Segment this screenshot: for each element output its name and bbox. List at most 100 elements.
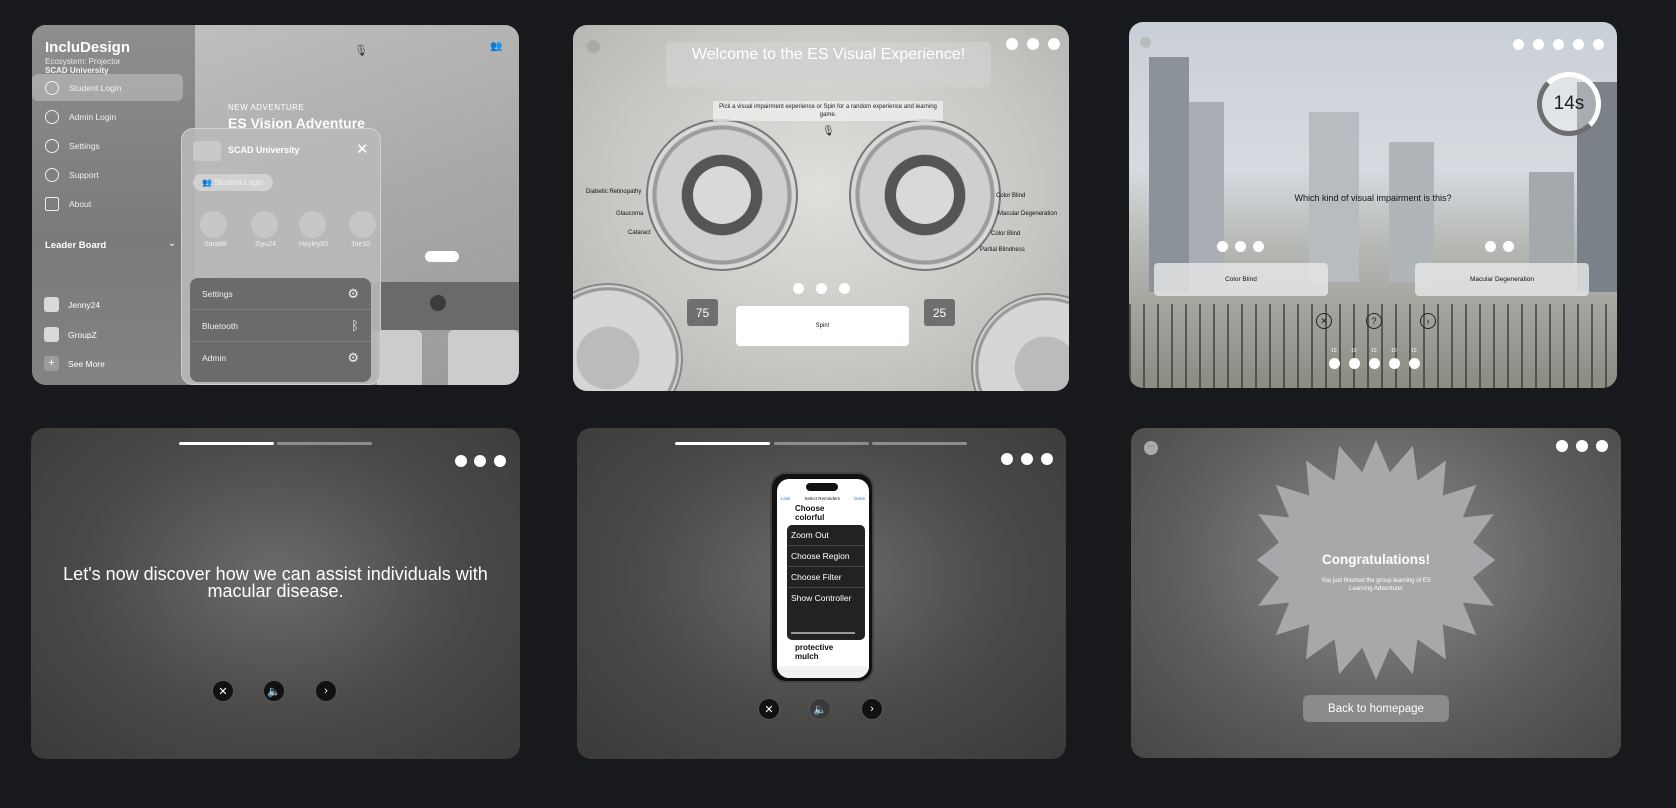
user-dot[interactable] [1001, 453, 1013, 465]
user-dot[interactable] [1593, 39, 1604, 50]
menu-item-settings[interactable]: Settings ⚙ [190, 278, 371, 310]
adventure-card[interactable] [448, 330, 519, 385]
speaker-icon[interactable]: 🔈 [263, 680, 285, 702]
option-color-blind[interactable]: Color Blind [996, 193, 1025, 199]
microphone-icon[interactable]: 🎙 [822, 126, 835, 137]
leaderboard-item[interactable]: GroupZ [44, 327, 97, 342]
help-icon [45, 167, 59, 182]
score-label: 10 [1371, 348, 1377, 354]
score-label: 10 [1331, 348, 1337, 354]
user-dot[interactable] [1006, 38, 1018, 50]
avatar [44, 327, 59, 342]
more-options-icon[interactable]: ··· [1144, 441, 1158, 455]
next-icon[interactable]: › [861, 698, 883, 720]
hint-icon[interactable]: ? [1366, 313, 1382, 329]
microphone-icon[interactable]: 🎙 [354, 44, 368, 57]
page-indicator[interactable] [425, 251, 459, 262]
see-more-button[interactable]: + See More [44, 356, 105, 371]
user-dot[interactable] [1533, 39, 1544, 50]
option-cataract[interactable]: Cataract [628, 230, 651, 236]
background-building [1149, 57, 1189, 292]
option-color-blind-2[interactable]: Color Blind [991, 231, 1020, 237]
corner-dial [573, 283, 683, 391]
menu-item-show-controller[interactable]: Show Controller [787, 588, 865, 608]
completion-panel: ··· Congratulations! You just finished t… [1131, 428, 1621, 758]
user-dot[interactable] [1573, 39, 1584, 50]
menu-item-bluetooth[interactable]: Bluetooth ᛒ [190, 310, 371, 342]
ecosystem-label: Ecosystem: Projector [45, 57, 121, 66]
option-partial-blindness[interactable]: Partial Blindness [980, 247, 1025, 253]
chevron-down-icon[interactable]: ⌄ [168, 238, 176, 249]
lesson-message: Let's now discover how we can assist ind… [63, 564, 488, 601]
menu-item-choose-region[interactable]: Choose Region [787, 546, 865, 567]
user-dot[interactable] [793, 283, 804, 294]
avatar[interactable] [299, 211, 326, 238]
menu-item-admin[interactable]: Admin ⚙ [190, 342, 371, 374]
spin-button[interactable]: Spin! [736, 306, 909, 346]
sidebar-item-support[interactable]: Support [32, 161, 183, 188]
phone-nav-bar: Lists Select Reminders Done [781, 496, 865, 501]
zoom-slider[interactable] [791, 632, 855, 634]
avatar[interactable] [251, 211, 278, 238]
option-glaucoma[interactable]: Glaucoma [616, 211, 643, 217]
congratulations-text: You just finished the group learning of … [1321, 578, 1431, 592]
phone-demo-panel: Lists Select Reminders Done Choose color… [577, 428, 1066, 759]
menu-item-choose-filter[interactable]: Choose Filter [787, 567, 865, 588]
close-icon[interactable]: ✕ [356, 140, 369, 158]
user-dot[interactable] [1048, 38, 1060, 50]
done-link[interactable]: Done [854, 496, 865, 501]
user-dot[interactable] [1596, 440, 1608, 452]
speaker-icon[interactable]: 🔈 [809, 698, 831, 720]
phone-mockup: Lists Select Reminders Done Choose color… [770, 472, 874, 683]
option-macular-degeneration[interactable]: Macular Degeneration [998, 211, 1057, 217]
user-dot[interactable] [839, 283, 850, 294]
university-logo [193, 141, 221, 161]
next-icon[interactable]: › [1420, 313, 1436, 329]
next-icon[interactable]: › [315, 680, 337, 702]
sidebar-item-admin-login[interactable]: Admin Login [32, 103, 183, 130]
answer-option-right[interactable]: Macular Degeneration [1415, 263, 1589, 296]
user-dot[interactable] [1021, 453, 1033, 465]
leaderboard-item[interactable]: Jenny24 [44, 297, 100, 312]
more-options-icon[interactable] [587, 40, 600, 53]
answer-option-left[interactable]: Color Blind [1154, 263, 1328, 296]
avatar [44, 297, 59, 312]
close-icon[interactable]: ✕ [1316, 313, 1332, 329]
sidebar-item-settings[interactable]: Settings [32, 132, 183, 159]
gear-icon [45, 138, 59, 153]
sidebar-item-label: About [69, 198, 92, 209]
user-dot[interactable] [1576, 440, 1588, 452]
adventure-card[interactable] [377, 330, 422, 385]
menu-item-zoom-out[interactable]: Zoom Out [787, 525, 865, 546]
user-dot[interactable] [816, 283, 827, 294]
member-name: Jenny24 [68, 299, 101, 310]
close-icon[interactable]: ✕ [758, 698, 780, 720]
user-dot[interactable] [474, 455, 486, 467]
back-link[interactable]: Lists [781, 496, 790, 501]
user-dot[interactable] [1553, 39, 1564, 50]
bluetooth-icon: ᛒ [351, 318, 359, 333]
progress-segment [872, 442, 967, 445]
user-dot[interactable] [494, 455, 506, 467]
user-dot[interactable] [1556, 440, 1568, 452]
close-icon[interactable]: ✕ [212, 680, 234, 702]
player-dot [1485, 241, 1496, 252]
user-dot[interactable] [1041, 453, 1053, 465]
back-to-homepage-button[interactable]: Back to homepage [1303, 695, 1449, 722]
sidebar-item-student-login[interactable]: Student Login [32, 74, 183, 101]
microphone-icon[interactable] [430, 295, 446, 311]
user-dot[interactable] [1513, 39, 1524, 50]
avatar[interactable] [349, 211, 376, 238]
plus-icon: + [44, 356, 59, 371]
right-counter: 25 [924, 299, 955, 326]
user-dot[interactable] [455, 455, 467, 467]
more-options-icon[interactable] [1140, 37, 1151, 48]
list-item[interactable]: protective mulch [795, 643, 855, 661]
user-dot[interactable] [1027, 38, 1039, 50]
sidebar-item-about[interactable]: About [32, 190, 183, 217]
avatar[interactable] [200, 211, 227, 238]
list-item[interactable]: Choose colorful [795, 504, 835, 522]
student-login-tab[interactable]: 👥 Student Login [193, 174, 273, 191]
option-diabetic-retinopathy[interactable]: Diabetic Retinopathy [586, 189, 641, 195]
people-icon[interactable]: 👥 [490, 41, 502, 52]
